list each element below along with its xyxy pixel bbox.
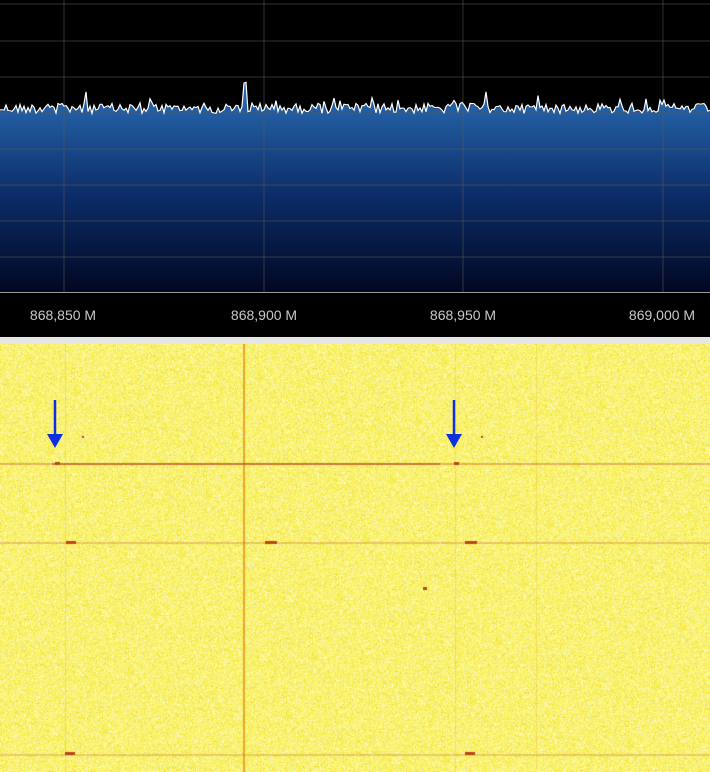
- waterfall-display[interactable]: [0, 344, 710, 772]
- frequency-axis: 868,850 M 868,900 M 868,950 M 869,000 M: [0, 293, 710, 337]
- panel-splitter[interactable]: [0, 337, 710, 344]
- right-signal-marker-icon: [446, 400, 462, 448]
- freq-label-869000: 869,000 M: [628, 307, 696, 323]
- freq-label-868900: 868,900 M: [230, 307, 298, 323]
- spectrum-plot[interactable]: [0, 0, 710, 293]
- spectrum-fill: [0, 83, 710, 293]
- freq-label-868950: 868,950 M: [429, 307, 497, 323]
- freq-label-868850: 868,850 M: [29, 307, 97, 323]
- waterfall-canvas: [0, 344, 710, 772]
- left-signal-marker-icon: [47, 400, 63, 448]
